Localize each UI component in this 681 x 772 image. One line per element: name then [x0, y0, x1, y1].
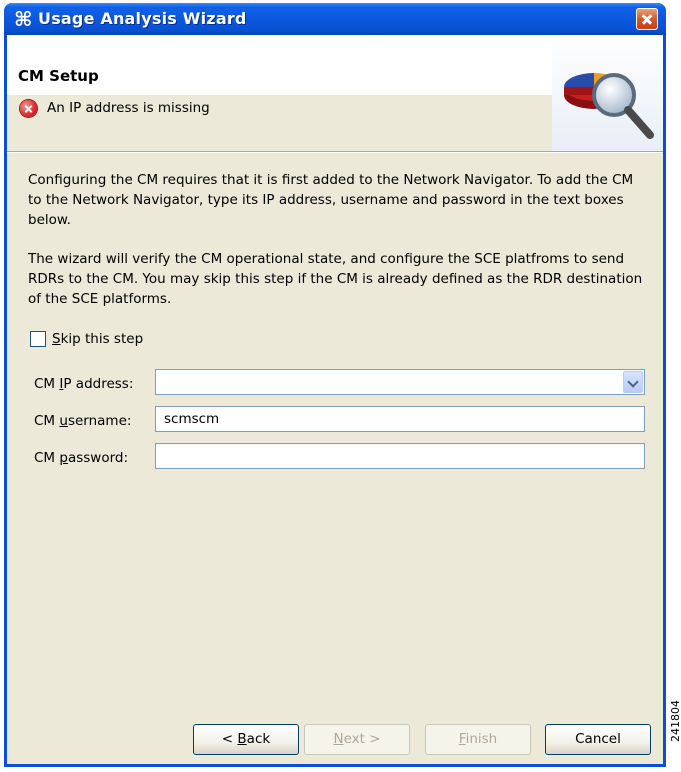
cm-password-label: CM password:: [34, 450, 129, 466]
cm-username-value: scmscm: [164, 411, 220, 427]
close-button[interactable]: [636, 8, 658, 30]
header-divider: [7, 151, 663, 153]
cm-password-field[interactable]: [155, 443, 645, 469]
wizard-window: ⌘ Usage Analysis Wizard CM Setup An IP a…: [4, 3, 666, 767]
wizard-glyph-icon: ⌘: [14, 7, 33, 31]
wizard-client-area: CM Setup An IP address is missing Config…: [7, 35, 663, 764]
chevron-down-icon[interactable]: [623, 371, 643, 393]
cancel-button[interactable]: Cancel: [545, 724, 651, 755]
error-message-text: An IP address is missing: [47, 100, 210, 116]
cm-username-field[interactable]: scmscm: [155, 406, 645, 432]
header-title-area: [7, 35, 552, 95]
skip-step-label[interactable]: Skip this step: [52, 331, 143, 347]
cm-ip-address-label: CM IP address:: [34, 376, 134, 392]
pie-chart-magnifier-icon: [564, 73, 654, 139]
instructions-paragraph-2: The wizard will verify the CM operationa…: [28, 251, 643, 307]
wizard-banner-image: [552, 35, 663, 151]
next-button[interactable]: Next >: [304, 724, 410, 755]
finish-button[interactable]: Finish: [425, 724, 531, 755]
window-title: Usage Analysis Wizard: [38, 9, 247, 28]
error-icon: [20, 100, 37, 117]
figure-id-label: 241804: [669, 700, 681, 742]
instructions-paragraph-1: Configuring the CM requires that it is f…: [28, 172, 634, 228]
cm-username-label: CM username:: [34, 413, 132, 429]
skip-step-checkbox[interactable]: [30, 331, 46, 347]
wizard-header: CM Setup An IP address is missing: [7, 35, 663, 151]
page-title: CM Setup: [18, 67, 99, 85]
back-button[interactable]: < Back: [193, 724, 299, 755]
cm-ip-address-combobox[interactable]: [155, 369, 645, 395]
title-bar[interactable]: ⌘ Usage Analysis Wizard: [4, 3, 666, 35]
